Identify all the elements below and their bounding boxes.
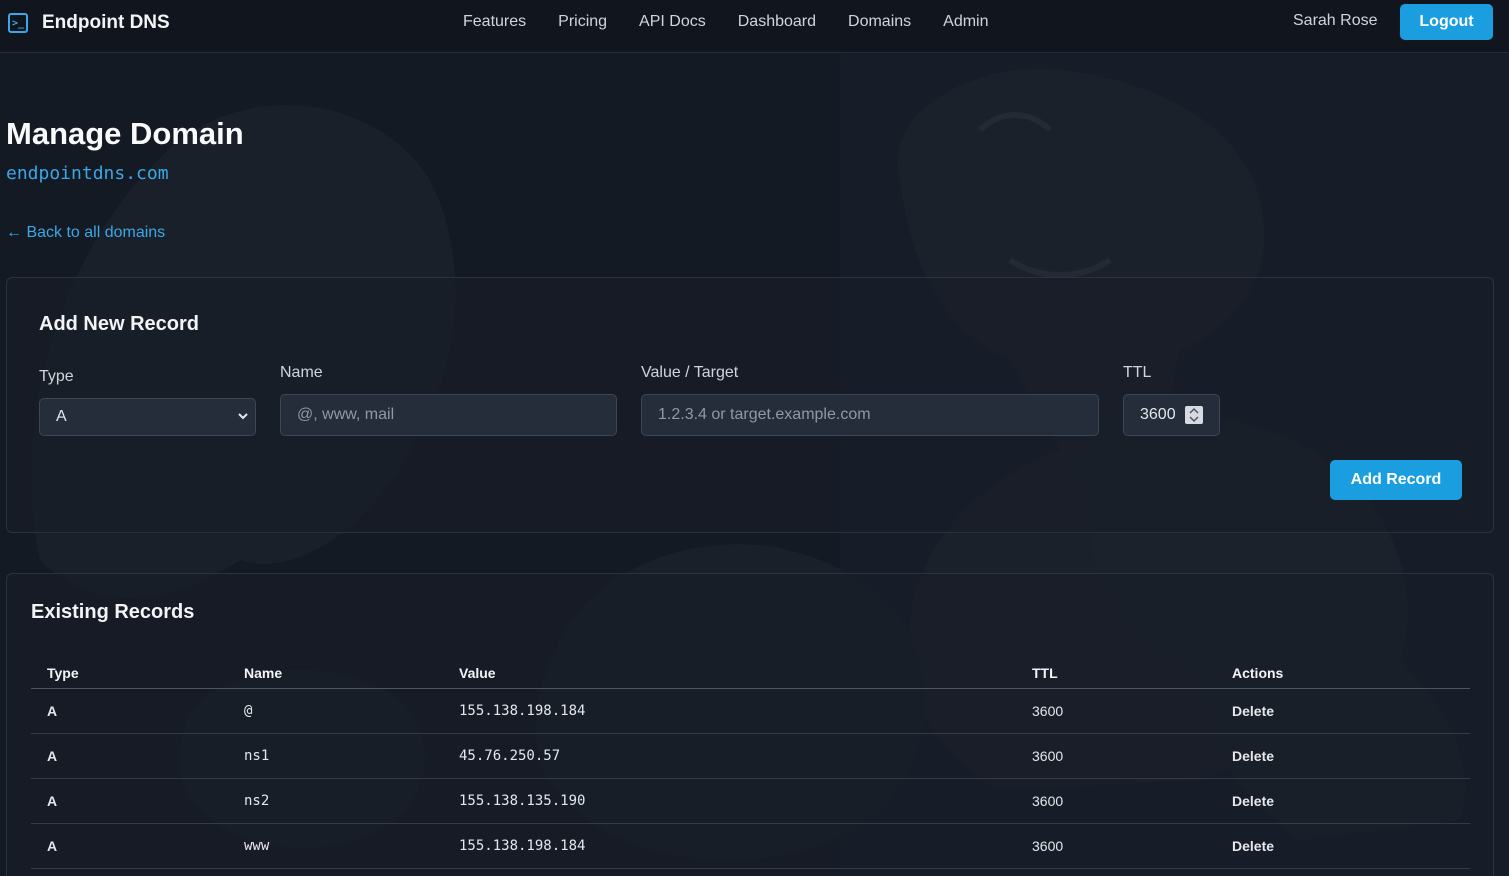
record-type: A xyxy=(31,823,228,869)
name-label: Name xyxy=(280,364,323,381)
nav-link-features[interactable]: Features xyxy=(447,13,542,31)
table-row: A ns1 45.76.250.57 3600 Delete xyxy=(31,733,1470,779)
record-ttl: 3600 xyxy=(1016,688,1216,734)
top-navbar: >_ Endpoint DNS Features Pricing API Doc… xyxy=(0,0,1509,53)
add-record-card: Add New Record Type A Name @, www, mail … xyxy=(6,277,1494,533)
record-ttl: 3600 xyxy=(1016,823,1216,869)
user-name: Sarah Rose xyxy=(1293,12,1378,29)
table-row: A ns2 155.138.135.190 3600 Delete xyxy=(31,778,1470,824)
nav-links: Features Pricing API Docs Dashboard Doma… xyxy=(447,0,1005,44)
record-name: @ xyxy=(228,688,443,734)
ttl-spinner[interactable] xyxy=(1185,406,1203,424)
type-select[interactable]: A xyxy=(39,398,256,436)
column-header-ttl: TTL xyxy=(1016,658,1216,689)
add-record-button[interactable]: Add Record xyxy=(1330,460,1462,500)
record-name: ns2 xyxy=(228,778,443,824)
nav-link-api-docs[interactable]: API Docs xyxy=(623,13,722,31)
record-value: 155.138.198.184 xyxy=(443,688,1016,734)
name-input[interactable]: @, www, mail xyxy=(280,394,617,436)
column-header-name: Name xyxy=(228,658,443,689)
table-row: A www 155.138.198.184 3600 Delete xyxy=(31,823,1470,869)
logout-button[interactable]: Logout xyxy=(1400,4,1493,40)
table-row: A @ 155.138.198.184 3600 Delete xyxy=(31,688,1470,734)
back-to-domains-link[interactable]: ← Back to all domains xyxy=(6,224,165,242)
delete-button[interactable]: Delete xyxy=(1216,688,1470,734)
record-value: 155.138.135.190 xyxy=(443,778,1016,824)
ttl-input[interactable]: 3600 xyxy=(1123,394,1220,436)
value-label: Value / Target xyxy=(641,364,739,381)
delete-button[interactable]: Delete xyxy=(1216,823,1470,869)
delete-button[interactable]: Delete xyxy=(1216,778,1470,824)
ttl-label: TTL xyxy=(1123,364,1152,381)
brand[interactable]: >_ Endpoint DNS xyxy=(8,10,170,36)
terminal-icon: >_ xyxy=(8,13,28,33)
page-title: Manage Domain xyxy=(6,116,244,151)
type-label: Type xyxy=(39,368,74,385)
record-type: A xyxy=(31,688,228,734)
record-value: 155.138.198.184 xyxy=(443,823,1016,869)
name-input-placeholder: @, www, mail xyxy=(297,406,395,423)
existing-records-title: Existing Records xyxy=(31,601,195,623)
value-input[interactable]: 1.2.3.4 or target.example.com xyxy=(641,394,1099,436)
record-type: A xyxy=(31,733,228,779)
nav-link-dashboard[interactable]: Dashboard xyxy=(722,13,832,31)
nav-link-domains[interactable]: Domains xyxy=(832,13,927,31)
table-header-row: Type Name Value TTL Actions xyxy=(31,658,1470,689)
column-header-type: Type xyxy=(31,658,228,689)
page: >_ Endpoint DNS Features Pricing API Doc… xyxy=(0,0,1509,876)
brand-name: Endpoint DNS xyxy=(42,12,170,33)
nav-link-pricing[interactable]: Pricing xyxy=(542,13,623,31)
records-table: Type Name Value TTL Actions A @ 155.138.… xyxy=(31,658,1470,869)
column-header-value: Value xyxy=(443,658,1016,689)
column-header-actions: Actions xyxy=(1216,658,1470,689)
record-value: 45.76.250.57 xyxy=(443,733,1016,779)
ttl-input-value: 3600 xyxy=(1140,406,1176,423)
spinner-arrows-icon xyxy=(1189,407,1199,423)
nav-link-admin[interactable]: Admin xyxy=(927,13,1004,31)
existing-records-card: Existing Records Type Name Value TTL Act… xyxy=(6,573,1494,876)
delete-button[interactable]: Delete xyxy=(1216,733,1470,779)
domain-name: endpointdns.com xyxy=(6,163,169,184)
value-input-placeholder: 1.2.3.4 or target.example.com xyxy=(658,406,871,423)
chevron-down-icon xyxy=(238,413,248,420)
type-select-value: A xyxy=(56,408,67,425)
record-type: A xyxy=(31,778,228,824)
record-name: ns1 xyxy=(228,733,443,779)
add-record-title: Add New Record xyxy=(39,313,200,335)
record-ttl: 3600 xyxy=(1016,778,1216,824)
record-name: www xyxy=(228,823,443,869)
record-ttl: 3600 xyxy=(1016,733,1216,779)
